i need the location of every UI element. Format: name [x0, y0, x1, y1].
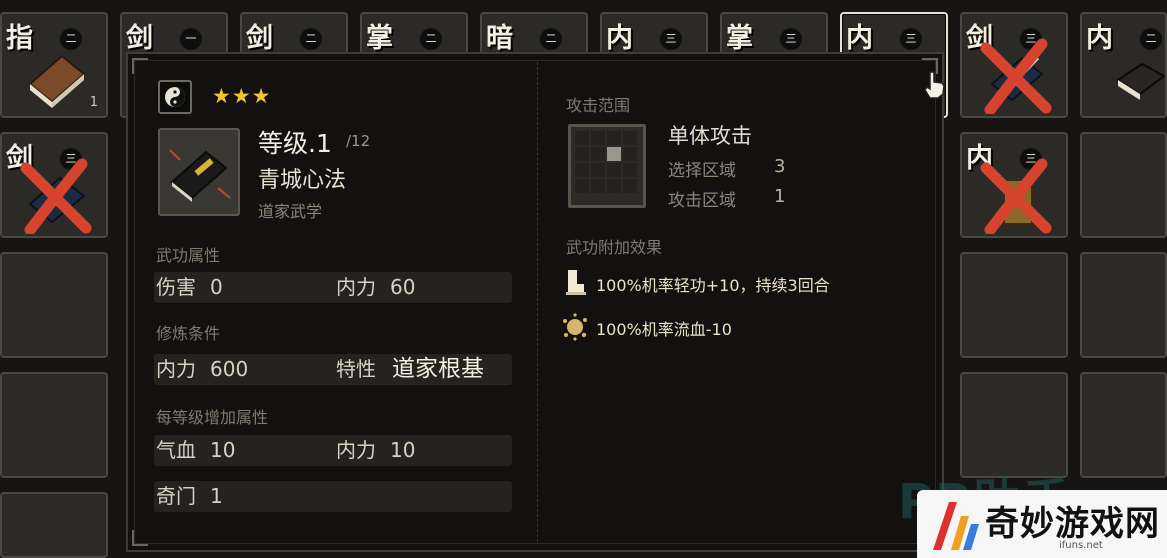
inventory-slot[interactable]: 剑 三: [960, 12, 1068, 118]
boot-icon: [566, 270, 586, 295]
growth-row: 气血 10 内力 10: [154, 435, 512, 466]
site-logo-icon: [933, 502, 979, 550]
hand-cursor-icon: [924, 71, 945, 99]
book-icon: [28, 54, 86, 108]
attr-label: 伤害: [156, 275, 196, 299]
req-value: 道家根基: [392, 356, 484, 382]
slot-type-label: 剑: [246, 23, 273, 54]
skill-tooltip-panel: ★★★ 等级.1 /12 青城心法 道家武学 武功属性 伤害 0 内力 60 修…: [126, 52, 944, 552]
inventory-slot-empty[interactable]: [1080, 132, 1167, 238]
growth-label: 气血: [156, 438, 196, 462]
slot-type-label: 暗: [486, 23, 513, 54]
section-title-effects: 武功附加效果: [566, 238, 663, 257]
unusable-cross-icon: [20, 158, 92, 234]
slot-type-label: 剑: [126, 23, 153, 54]
slot-count: 1: [89, 95, 98, 110]
slot-tier-badge: 二: [540, 28, 562, 50]
growth-label: 内力: [336, 438, 376, 462]
slot-tier-badge: 三: [660, 28, 682, 50]
req-label: 内力: [156, 357, 196, 381]
requirement-row: 内力 600 特性 道家根基: [154, 354, 512, 385]
skill-item-icon: [158, 128, 240, 216]
slot-type-label: 掌: [366, 23, 393, 54]
slot-type-label: 掌: [726, 23, 753, 54]
skill-name: 青城心法: [258, 168, 347, 193]
frame-corner: [132, 58, 148, 74]
book-icon: [1116, 62, 1165, 100]
yin-yang-icon: [165, 87, 185, 107]
attribute-row: 伤害 0 内力 60: [154, 272, 512, 303]
attack-range-grid: [568, 124, 646, 208]
slot-tier-badge: 三: [900, 28, 922, 50]
inventory-slot-empty[interactable]: [0, 372, 108, 478]
inventory-slot[interactable]: 内 三: [960, 132, 1068, 238]
slot-type-label: 内: [846, 23, 873, 54]
extra-attribute-row: 奇门 1: [154, 481, 512, 512]
skill-level-max: /12: [346, 132, 371, 150]
extra-label: 奇门: [156, 484, 196, 508]
inventory-slot-empty[interactable]: [1080, 252, 1167, 358]
effect-text: 100%机率流血-10: [596, 320, 732, 339]
blood-splat-icon: [563, 313, 587, 341]
extra-value: 1: [210, 484, 223, 508]
section-title-growth: 每等级增加属性: [156, 408, 269, 427]
school-emblem: [158, 80, 192, 114]
req-value: 600: [210, 357, 249, 381]
req-label: 特性: [336, 357, 376, 381]
growth-value: 10: [210, 438, 236, 462]
frame-corner: [132, 530, 148, 546]
panel-divider: [537, 62, 538, 542]
slot-tier-badge: 二: [420, 28, 442, 50]
rarity-stars: ★★★: [212, 84, 272, 108]
inventory-slot[interactable]: 指 二 1: [0, 12, 108, 118]
inventory-slot-empty[interactable]: [1080, 372, 1167, 478]
inventory-slot-empty[interactable]: [0, 252, 108, 358]
site-logo-text: 奇妙游戏网: [985, 504, 1160, 544]
attack-area-label: 攻击区域: [668, 191, 736, 211]
inventory-slot-empty[interactable]: [960, 252, 1068, 358]
select-area-label: 选择区域: [668, 161, 736, 181]
site-url: ifuns.net: [1059, 540, 1103, 551]
slot-tier-badge: 一: [180, 28, 202, 50]
manual-book-icon: [169, 149, 231, 202]
slot-tier-badge: 二: [300, 28, 322, 50]
slot-type-label: 内: [606, 23, 633, 54]
inventory-slot[interactable]: 内 二: [1080, 12, 1167, 118]
unusable-cross-icon: [980, 38, 1052, 114]
skill-level: 等级.1: [258, 129, 332, 158]
attr-label: 内力: [336, 275, 376, 299]
select-area-value: 3: [774, 156, 786, 177]
site-watermark: 奇妙游戏网 ifuns.net: [917, 490, 1167, 558]
attack-area-value: 1: [774, 186, 786, 207]
section-title-requirements: 修炼条件: [156, 324, 221, 343]
growth-value: 10: [390, 438, 416, 462]
effect-text: 100%机率轻功+10，持续3回合: [596, 276, 830, 295]
range-grid-icon: [575, 131, 637, 193]
slot-tier-badge: 三: [780, 28, 802, 50]
inventory-slot-empty[interactable]: [0, 492, 108, 558]
skill-school: 道家武学: [258, 202, 323, 221]
attr-value: 60: [390, 275, 416, 299]
section-title-attributes: 武功属性: [156, 246, 221, 265]
section-title-range: 攻击范围: [566, 96, 631, 115]
inventory-slot[interactable]: 剑 三: [0, 132, 108, 238]
attr-value: 0: [210, 275, 223, 299]
unusable-cross-icon: [980, 158, 1052, 234]
range-type: 单体攻击: [668, 124, 752, 148]
